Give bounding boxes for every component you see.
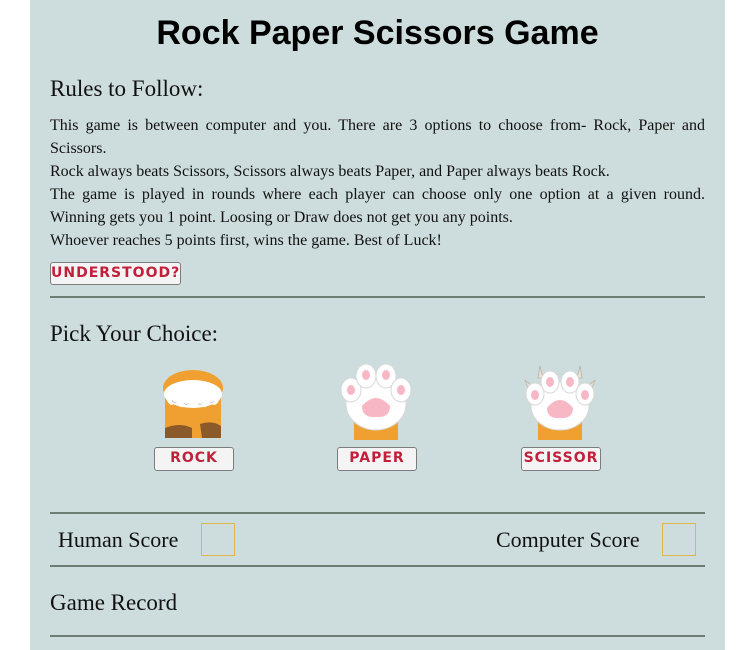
rules-line: This game is between computer and you. T… [50,117,705,157]
computer-score-label: Computer Score [496,527,640,552]
divider [50,565,705,567]
rules-line: Whoever reaches 5 points first, wins the… [50,232,442,249]
divider [50,635,705,637]
rules-heading: Rules to Follow: [50,76,204,101]
rules-text: This game is between computer and you. T… [50,114,705,252]
scissor-paw-icon[interactable] [524,362,596,440]
choice-heading: Pick Your Choice: [50,321,219,346]
paper-paw-icon[interactable] [338,362,414,440]
computer-score-box [662,523,696,556]
human-score-label: Human Score [58,527,179,552]
rules-line: Rock always beats Scissors, Scissors alw… [50,163,610,180]
understood-button[interactable]: UNDERSTOOD? [50,262,181,285]
divider [50,296,705,298]
game-panel: Rock Paper Scissors Game Rules to Follow… [30,0,725,650]
divider [50,512,705,514]
scissor-button[interactable]: SCISSOR [521,447,601,471]
human-score-box [201,523,235,556]
rock-button[interactable]: ROCK [154,447,234,471]
rock-paw-icon[interactable] [160,366,226,440]
game-record-heading: Game Record [50,590,178,615]
rules-line: The game is played in rounds where each … [50,186,705,226]
page-title: Rock Paper Scissors Game [156,14,599,52]
paper-button[interactable]: PAPER [337,447,417,471]
